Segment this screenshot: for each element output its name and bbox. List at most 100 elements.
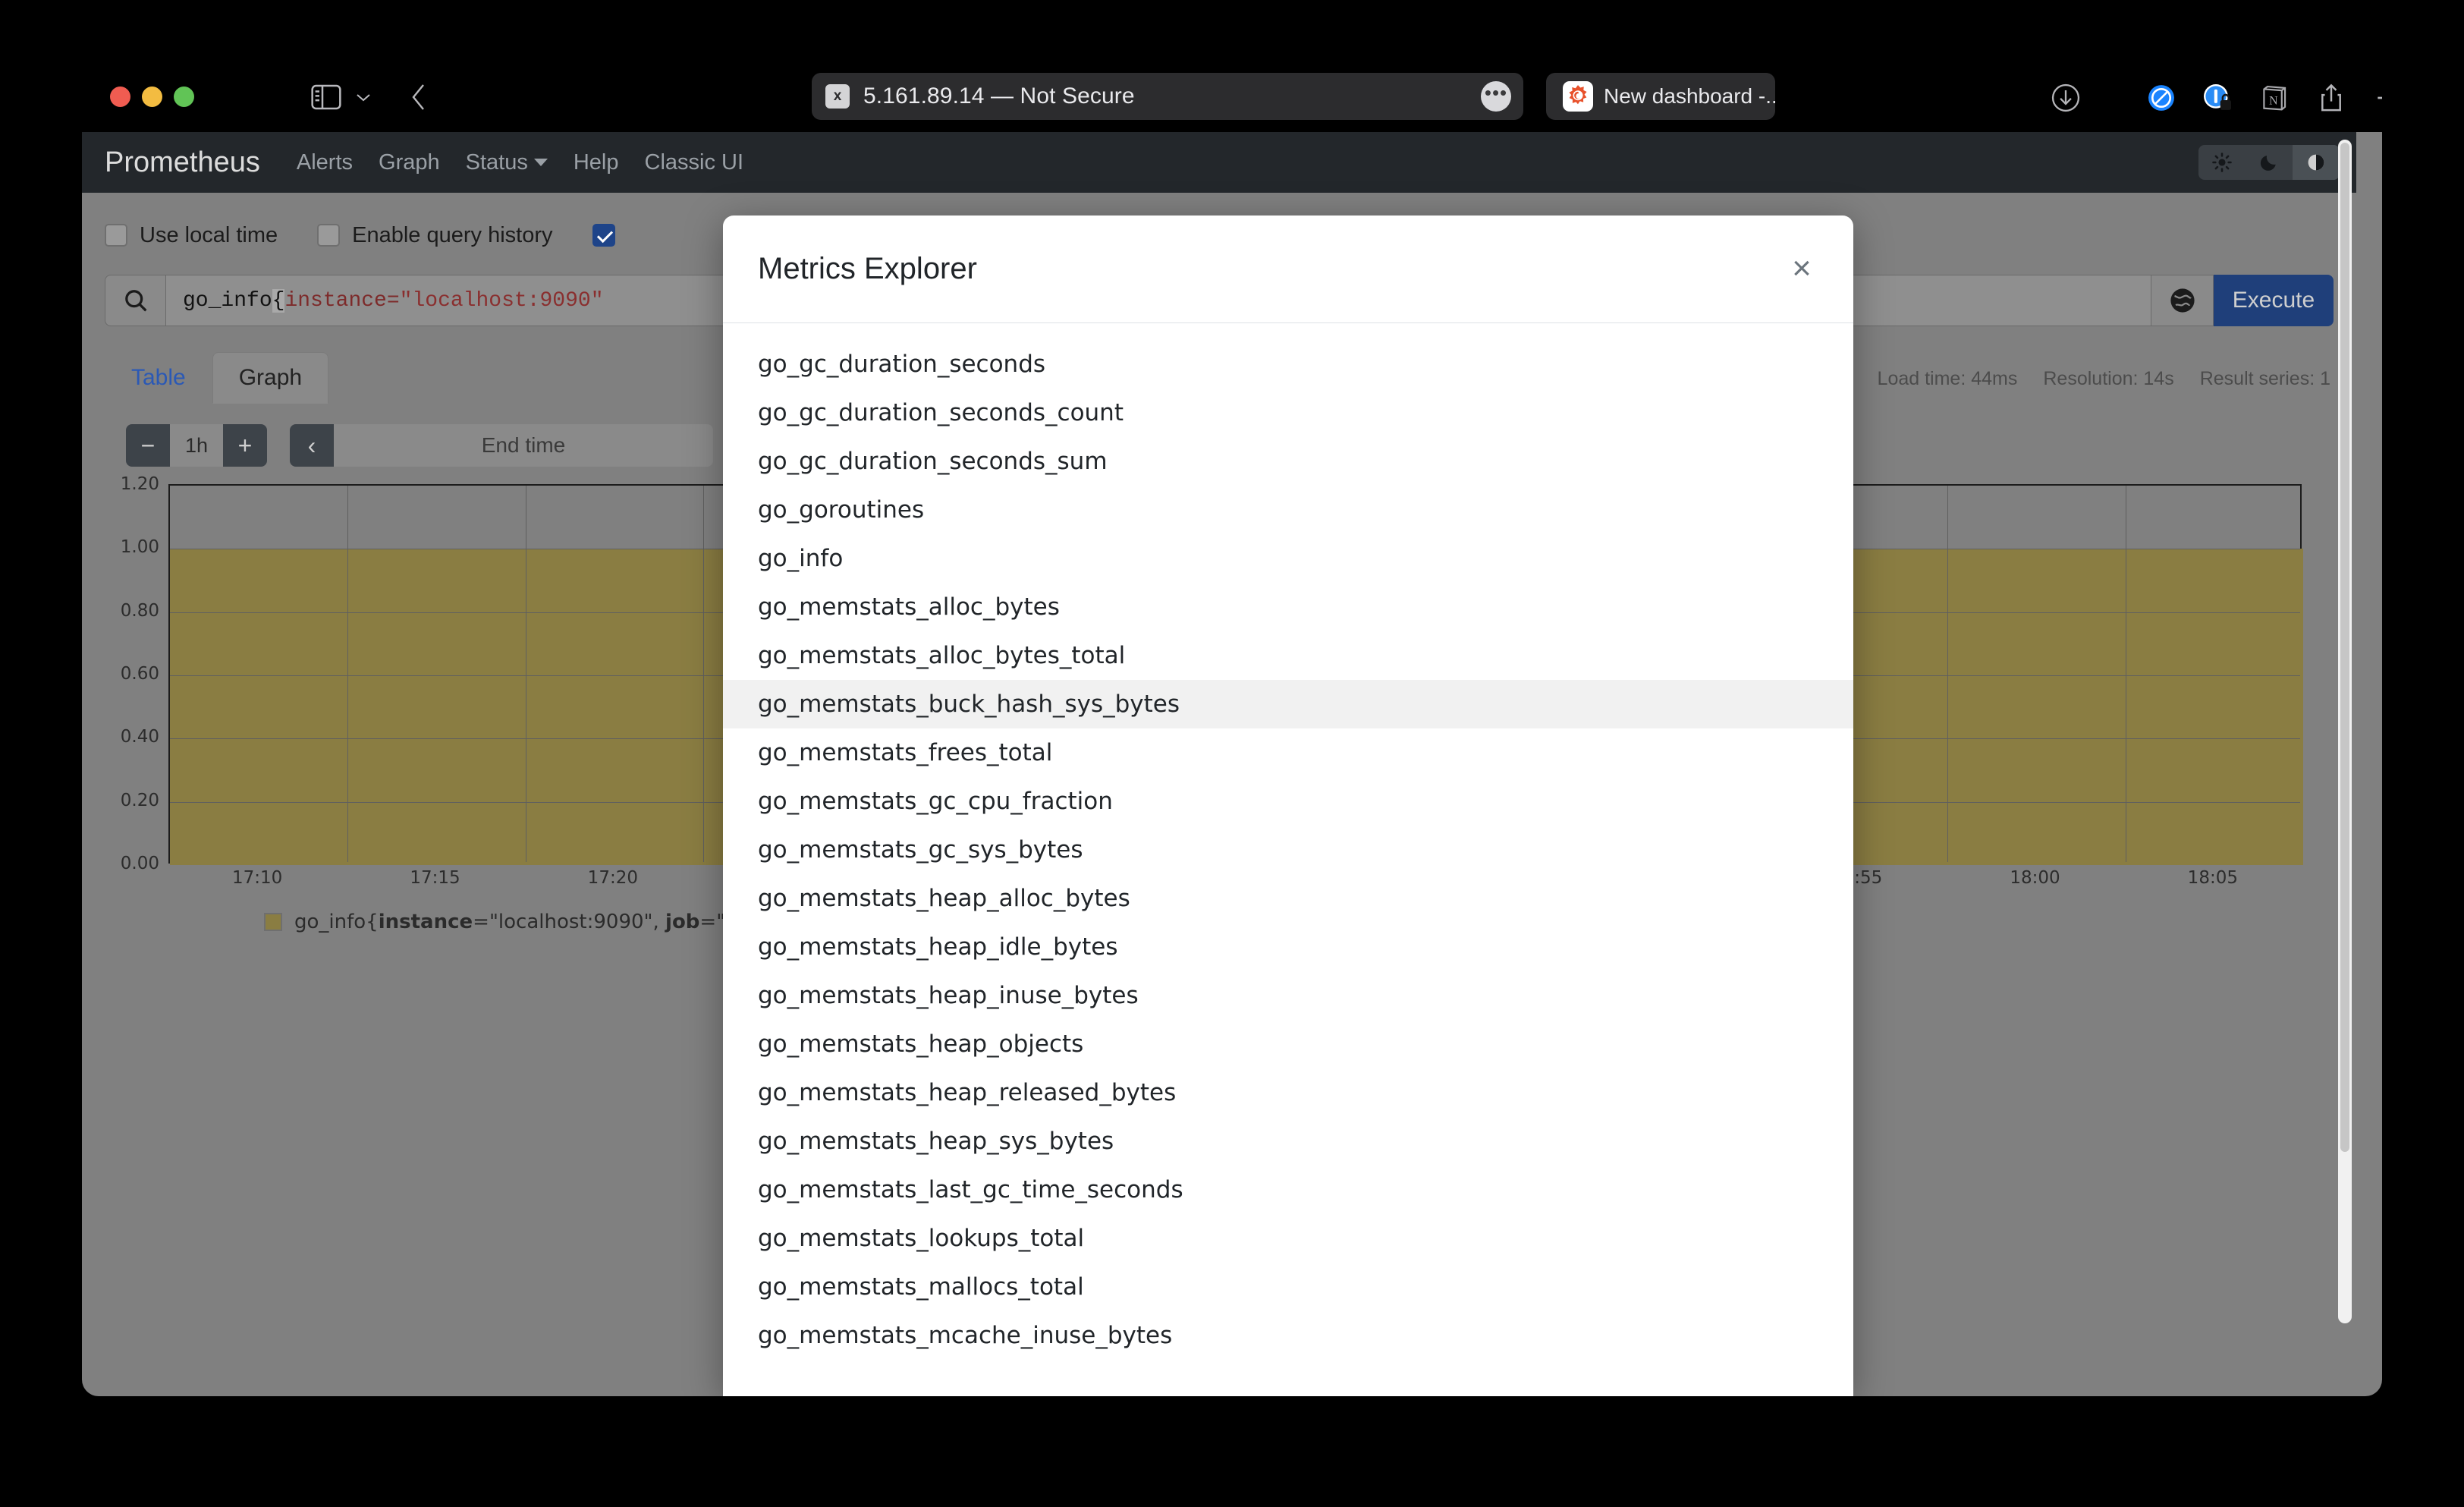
metric-list-item[interactable]: go_memstats_lookups_total bbox=[723, 1214, 1853, 1263]
new-tab-icon[interactable] bbox=[2368, 80, 2382, 115]
result-series-text: Result series: 1 bbox=[2200, 368, 2330, 390]
adblock-icon[interactable] bbox=[2142, 80, 2180, 115]
minimize-window-button[interactable] bbox=[142, 87, 162, 107]
range-increase-button[interactable]: + bbox=[223, 424, 267, 467]
search-icon[interactable] bbox=[105, 275, 165, 326]
tab-table[interactable]: Table bbox=[105, 352, 212, 404]
page-viewport: Prometheus Alerts Graph Status Help Clas… bbox=[82, 132, 2382, 1396]
y-axis-tick-label: 0.00 bbox=[121, 854, 159, 873]
nav-link-graph[interactable]: Graph bbox=[379, 150, 440, 175]
grafana-favicon-icon bbox=[1563, 81, 1593, 112]
gridline-vertical bbox=[1947, 486, 1948, 862]
prometheus-navbar: Prometheus Alerts Graph Status Help Clas… bbox=[82, 132, 2356, 193]
metric-list-item[interactable]: go_memstats_gc_sys_bytes bbox=[723, 826, 1853, 874]
metric-list-item[interactable]: go_info bbox=[723, 534, 1853, 583]
enable-query-history-label: Enable query history bbox=[352, 223, 552, 248]
metric-list-item[interactable]: go_memstats_last_gc_time_seconds bbox=[723, 1166, 1853, 1214]
x-axis-tick-label: 18:00 bbox=[2010, 868, 2060, 888]
query-text-label: instance= bbox=[284, 289, 399, 313]
chevron-down-icon[interactable] bbox=[352, 83, 375, 111]
legend-color-swatch bbox=[264, 913, 282, 931]
metric-list-item[interactable]: go_memstats_heap_alloc_bytes bbox=[723, 874, 1853, 923]
not-secure-badge-icon: x bbox=[825, 84, 850, 109]
metric-list-item[interactable]: go_memstats_alloc_bytes_total bbox=[723, 631, 1853, 680]
page-scrollbar-thumb[interactable] bbox=[2340, 143, 2349, 1152]
y-axis-tick-label: 1.00 bbox=[121, 537, 159, 557]
browser-toolbar: x 5.161.89.14 — Not Secure ••• New dashb… bbox=[82, 47, 2382, 132]
metric-list-item[interactable]: go_memstats_buck_hash_sys_bytes bbox=[723, 680, 1853, 728]
load-time-text: Load time: 44ms bbox=[1878, 368, 2018, 390]
notion-icon[interactable]: N bbox=[2256, 80, 2294, 115]
browser-tab-grafana[interactable]: New dashboard -... bbox=[1546, 73, 1775, 120]
third-option[interactable] bbox=[592, 224, 627, 247]
resolution-text: Resolution: 14s bbox=[2043, 368, 2173, 390]
ellipsis-icon[interactable]: ••• bbox=[1481, 81, 1511, 112]
close-window-button[interactable] bbox=[110, 87, 130, 107]
download-icon[interactable] bbox=[2047, 80, 2085, 115]
metric-list-item[interactable]: go_memstats_heap_idle_bytes bbox=[723, 923, 1853, 971]
metric-list-item[interactable]: go_gc_duration_seconds_sum bbox=[723, 437, 1853, 486]
metric-list-item[interactable]: go_goroutines bbox=[723, 486, 1853, 534]
nav-link-help[interactable]: Help bbox=[574, 150, 619, 175]
sun-icon[interactable] bbox=[2198, 145, 2246, 180]
use-local-time-option[interactable]: Use local time bbox=[105, 223, 278, 248]
svg-text:N: N bbox=[2269, 94, 2278, 107]
tab-graph[interactable]: Graph bbox=[212, 352, 328, 404]
theme-toggle-group bbox=[2198, 145, 2340, 180]
third-option-checkbox[interactable] bbox=[592, 224, 615, 247]
metric-list-item[interactable]: go_memstats_frees_total bbox=[723, 728, 1853, 777]
metric-list-item[interactable]: go_gc_duration_seconds bbox=[723, 340, 1853, 389]
contrast-icon[interactable] bbox=[2293, 145, 2340, 180]
metric-list-item[interactable]: go_gc_duration_seconds_count bbox=[723, 389, 1853, 437]
moon-icon[interactable] bbox=[2246, 145, 2293, 180]
nav-link-status[interactable]: Status bbox=[466, 150, 548, 175]
sidebar-toggle-icon[interactable] bbox=[308, 80, 344, 114]
metrics-list[interactable]: go_gc_duration_secondsgo_gc_duration_sec… bbox=[723, 323, 1853, 1396]
x-axis-tick-label: 17:15 bbox=[410, 868, 460, 888]
metric-list-item[interactable]: go_memstats_heap_objects bbox=[723, 1020, 1853, 1068]
y-axis-tick-label: 0.20 bbox=[121, 791, 159, 810]
modal-title: Metrics Explorer bbox=[758, 252, 977, 286]
y-axis-tick-label: 0.80 bbox=[121, 601, 159, 621]
metric-list-item[interactable]: go_memstats_heap_released_bytes bbox=[723, 1068, 1853, 1117]
close-icon[interactable]: × bbox=[1784, 250, 1820, 287]
gridline-vertical bbox=[703, 486, 704, 862]
enable-query-history-checkbox[interactable] bbox=[317, 224, 340, 247]
range-value[interactable]: 1h bbox=[170, 424, 223, 467]
browser-tab-title: New dashboard -... bbox=[1604, 84, 1775, 109]
prometheus-brand[interactable]: Prometheus bbox=[105, 146, 260, 179]
query-text-value: "localhost:9090" bbox=[400, 289, 604, 313]
metric-list-item[interactable]: go_memstats_mallocs_total bbox=[723, 1263, 1853, 1311]
end-time-input[interactable]: End time bbox=[334, 424, 713, 467]
end-time-group: ‹ End time bbox=[290, 424, 713, 467]
range-stepper: − 1h + bbox=[126, 424, 267, 467]
gridline-vertical bbox=[347, 486, 348, 862]
y-axis-tick-label: 1.20 bbox=[121, 474, 159, 494]
onepassword-icon[interactable] bbox=[2198, 80, 2236, 115]
use-local-time-label: Use local time bbox=[140, 223, 278, 248]
metric-list-item[interactable]: go_memstats_heap_inuse_bytes bbox=[723, 971, 1853, 1020]
safari-window: x 5.161.89.14 — Not Secure ••• New dashb… bbox=[82, 47, 2382, 1396]
enable-query-history-option[interactable]: Enable query history bbox=[317, 223, 552, 248]
page-scrollbar[interactable] bbox=[2338, 140, 2352, 1323]
use-local-time-checkbox[interactable] bbox=[105, 224, 127, 247]
metric-list-item[interactable]: go_memstats_alloc_bytes bbox=[723, 583, 1853, 631]
metrics-explorer-modal: Metrics Explorer × go_gc_duration_second… bbox=[723, 216, 1853, 1396]
modal-header: Metrics Explorer × bbox=[723, 216, 1853, 323]
nav-link-alerts[interactable]: Alerts bbox=[297, 150, 353, 175]
metric-list-item[interactable]: go_memstats_heap_sys_bytes bbox=[723, 1117, 1853, 1166]
shift-time-back-button[interactable]: ‹ bbox=[290, 424, 334, 467]
share-icon[interactable] bbox=[2312, 80, 2350, 115]
query-text-metric: go_info bbox=[183, 289, 272, 313]
execute-button[interactable]: Execute bbox=[2214, 275, 2334, 326]
address-bar[interactable]: x 5.161.89.14 — Not Secure ••• bbox=[812, 73, 1523, 120]
globe-icon[interactable] bbox=[2151, 275, 2214, 326]
address-bar-text: 5.161.89.14 — Not Secure bbox=[863, 83, 1481, 109]
metric-list-item[interactable]: go_memstats_gc_cpu_fraction bbox=[723, 777, 1853, 826]
query-text-brace: { bbox=[272, 289, 285, 313]
range-decrease-button[interactable]: − bbox=[126, 424, 170, 467]
metric-list-item[interactable]: go_memstats_mcache_inuse_bytes bbox=[723, 1311, 1853, 1360]
nav-link-classic-ui[interactable]: Classic UI bbox=[645, 150, 744, 175]
back-navigation-icon[interactable] bbox=[404, 80, 434, 114]
maximize-window-button[interactable] bbox=[174, 87, 194, 107]
